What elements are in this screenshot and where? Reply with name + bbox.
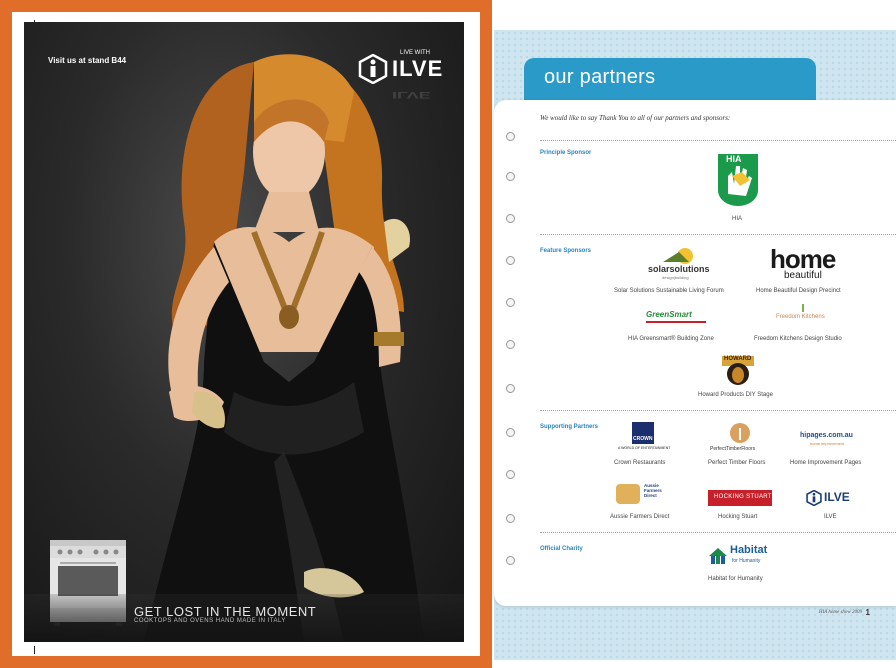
hipages-logo-text: hipages.com.au xyxy=(800,432,853,439)
crop-mark-bottom xyxy=(34,646,35,654)
home-beautiful-logo: home beautiful xyxy=(770,244,840,284)
page-title: our partners xyxy=(544,66,656,88)
page-footer: HIA home show 2009 xyxy=(818,610,862,615)
crown-logo: CROWN A WORLD OF ENTERTAINMENT xyxy=(618,422,670,454)
binder-hole xyxy=(506,132,515,141)
solar-solutions-caption: Solar Solutions Sustainable Living Forum xyxy=(614,288,724,294)
binder-hole xyxy=(506,470,515,479)
binder-hole xyxy=(506,514,515,523)
howard-logo: HOWARD xyxy=(720,354,756,386)
solar-logo-sub: design|building xyxy=(662,275,689,280)
intro-text: We would like to say Thank You to all of… xyxy=(540,114,731,122)
crown-caption: Crown Restaurants xyxy=(614,460,666,466)
hipages-caption: Home Improvement Pages xyxy=(790,460,862,466)
official-charity-label: Official Charity xyxy=(540,546,583,552)
aussie-farmers-logo: Aussie Farmers Direct xyxy=(616,480,676,508)
tree-icon xyxy=(730,423,750,443)
section-divider xyxy=(540,140,896,141)
supporting-partners-label: Supporting Partners xyxy=(540,424,599,430)
ilve-advert: Visit us at stand B44 LIVE WITH ILVE ILV… xyxy=(24,22,464,642)
habitat-logo-text: Habitat xyxy=(730,544,768,556)
greensmart-logo-text: GreenSmart xyxy=(646,310,692,319)
title-bar: our partners xyxy=(524,58,816,102)
binder-hole xyxy=(506,214,515,223)
hocking-logo-text: HOCKING STUART xyxy=(714,494,772,500)
crown-logo-text: CROWN xyxy=(633,436,653,442)
section-divider xyxy=(540,234,896,235)
hocking-stuart-caption: Hocking Stuart xyxy=(718,514,758,520)
crown-logo-sub: A WORLD OF ENTERTAINMENT xyxy=(618,446,671,450)
freedom-kitchens-logo: Freedom Kitchens xyxy=(776,304,832,326)
binder-hole xyxy=(506,172,515,181)
greensmart-logo: GreenSmart xyxy=(646,308,706,324)
hia-logo: HIA xyxy=(712,150,764,208)
advert-tagline: GET LOST IN THE MOMENT xyxy=(134,604,317,619)
sun-icon xyxy=(663,248,693,264)
model-photo xyxy=(144,54,424,642)
ilve-caption: ILVE xyxy=(824,514,837,520)
binder-hole xyxy=(506,298,515,307)
feature-sponsors-label: Feature Sponsors xyxy=(540,248,592,254)
freedom-logo-text: Freedom Kitchens xyxy=(776,314,825,320)
freedom-kitchens-caption: Freedom Kitchens Design Studio xyxy=(754,336,842,342)
binder-hole xyxy=(506,384,515,393)
hipages-logo-sub: home improvement xyxy=(810,441,845,446)
aussie-farmers-caption: Aussie Farmers Direct xyxy=(610,514,670,520)
advert-subtagline: COOKTOPS AND OVENS HAND MADE IN ITALY xyxy=(134,618,286,624)
habitat-house-icon xyxy=(709,548,727,564)
principle-sponsor-label: Principle Sponsor xyxy=(540,150,592,156)
habitat-logo-sub: for Humanity xyxy=(732,558,761,564)
hia-caption: HIA xyxy=(732,216,743,222)
binder-hole xyxy=(506,556,515,565)
howard-logo-text: HOWARD xyxy=(724,356,752,362)
ilve-partner-logo-text: ILVE xyxy=(824,490,850,504)
section-divider xyxy=(540,532,896,533)
howard-caption: Howard Products DIY Stage xyxy=(698,392,773,398)
binder-hole xyxy=(506,340,515,349)
perfect-timber-logo: PerfectTimberFloors xyxy=(710,422,770,454)
solar-logo-text: solarsolutions xyxy=(648,264,710,274)
section-divider xyxy=(540,410,896,411)
habitat-logo: Habitat for Humanity xyxy=(708,542,774,572)
solar-solutions-logo: solarsolutions design|building xyxy=(644,244,714,282)
hocking-stuart-logo: HOCKING STUART xyxy=(708,490,772,506)
home-logo-sub: beautiful xyxy=(784,270,822,281)
ilve-partner-logo: ILVE xyxy=(806,488,856,508)
perfect-timber-caption: Perfect Timber Floors xyxy=(708,460,766,466)
page-number: 1 xyxy=(865,608,870,617)
partners-card: We would like to say Thank You to all of… xyxy=(494,100,896,606)
binder-hole xyxy=(506,256,515,265)
binder-hole xyxy=(506,428,515,437)
partners-page: our partners We would like to say Thank … xyxy=(494,30,896,660)
aussie-logo-text: Aussie Farmers Direct xyxy=(644,483,662,498)
home-beautiful-caption: Home Beautiful Design Precinct xyxy=(756,288,841,294)
greensmart-caption: HIA Greensmart® Building Zone xyxy=(628,336,714,342)
hia-logo-text: HIA xyxy=(726,154,742,164)
hipages-logo: hipages.com.au home improvement xyxy=(800,432,866,452)
perfect-timber-logo-text: PerfectTimberFloors xyxy=(710,446,756,452)
ilve-emblem-icon xyxy=(806,490,822,506)
habitat-caption: Habitat for Humanity xyxy=(708,576,763,582)
